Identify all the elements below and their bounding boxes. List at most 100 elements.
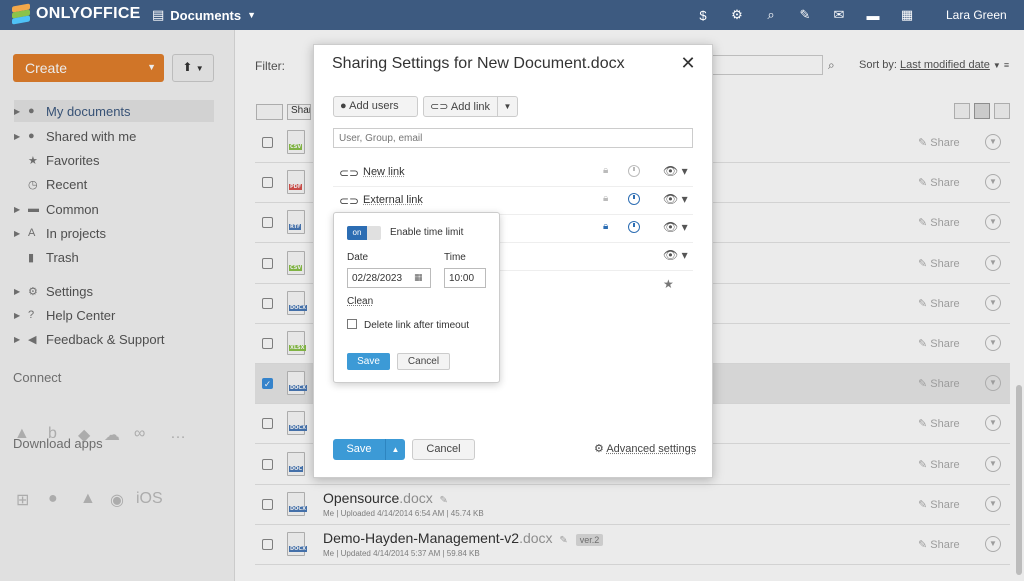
more-services-icon[interactable]: …	[170, 425, 186, 443]
popover-save-button[interactable]: Save	[347, 353, 390, 370]
expand-arrow-icon[interactable]: ▶	[14, 132, 28, 141]
row-menu-icon[interactable]: ▼	[985, 335, 1001, 351]
row-checkbox[interactable]	[262, 137, 273, 148]
rename-icon[interactable]: ✎	[437, 495, 448, 506]
row-checkbox[interactable]	[262, 498, 273, 510]
expand-arrow-icon[interactable]: ▶	[14, 335, 28, 344]
row-checkbox[interactable]	[262, 338, 273, 349]
row-menu-icon[interactable]: ▼	[985, 294, 1001, 311]
row-checkbox[interactable]	[262, 458, 273, 470]
link-name[interactable]: New link	[363, 166, 405, 178]
row-menu-icon[interactable]: ▼	[985, 415, 1001, 432]
share-button[interactable]: ✎ Share	[918, 257, 960, 270]
share-button[interactable]: ✎ Share	[918, 176, 960, 189]
row-checkbox[interactable]	[262, 297, 273, 309]
share-button[interactable]: ✎ Share	[918, 377, 960, 390]
scrollbar[interactable]	[1016, 385, 1022, 575]
app-logo[interactable]: ONLYOFFICE	[12, 3, 141, 25]
create-button[interactable]: Create ▼	[13, 54, 164, 82]
row-menu-icon[interactable]: ▼	[985, 174, 1001, 191]
expand-arrow-icon[interactable]: ▶	[14, 205, 28, 214]
feed-icon[interactable]: ✎	[796, 6, 814, 24]
access-rights-dropdown[interactable]: 👁︎ ▾	[663, 220, 688, 234]
select-all-checkbox[interactable]	[256, 104, 283, 120]
advanced-settings-link[interactable]: ⚙ Advanced settings	[594, 442, 696, 455]
filter-input[interactable]	[700, 55, 823, 75]
chat-icon[interactable]: ▬	[864, 6, 882, 24]
lock-icon[interactable]: 🔒︎	[603, 165, 608, 176]
clock-icon[interactable]	[628, 221, 640, 233]
settings-icon[interactable]: ⚙	[728, 6, 746, 24]
row-menu-icon[interactable]: ▼	[985, 214, 1001, 231]
row-checkbox[interactable]	[262, 257, 273, 269]
sidebar-item-in-projects[interactable]: ▶ A In projects	[14, 222, 214, 244]
calendar-icon[interactable]: ▦	[898, 6, 916, 24]
sort-control[interactable]: Sort by: Last modified date ▼ ≡	[859, 59, 1009, 71]
share-button[interactable]: ✎ Share	[918, 337, 960, 350]
row-menu-icon[interactable]: ▼	[985, 134, 1001, 150]
upload-button[interactable]: ⬆ ▼	[172, 54, 214, 82]
file-name[interactable]: Demo-Hayden-Management-v2.docx ✎ ver.2	[323, 530, 604, 546]
link-name[interactable]: External link	[363, 194, 423, 206]
sidebar-item-my-documents[interactable]: ▶ ● My documents	[14, 100, 214, 122]
expand-arrow-icon[interactable]: ▶	[14, 311, 28, 320]
sidebar-item-feedback[interactable]: ▶ ◀ Feedback & Support	[14, 328, 214, 350]
sidebar-item-recent[interactable]: ◷ Recent	[14, 173, 214, 195]
share-button[interactable]: ✎ Share	[918, 216, 960, 229]
android-icon[interactable]: ◉	[110, 490, 124, 510]
add-users-button[interactable]: ● Add users	[333, 96, 418, 117]
table-row[interactable]: DOCX Demo-Hayden-Management-v2.docx ✎ ver.…	[255, 525, 1010, 565]
cancel-button[interactable]: Cancel	[412, 439, 475, 460]
row-menu-icon[interactable]: ▼	[985, 495, 1001, 512]
table-row[interactable]: DOCX Opensource.docx ✎ Me | Uploaded 4/14/…	[255, 485, 1010, 525]
save-button[interactable]: Save	[333, 439, 385, 460]
linux-icon[interactable]: ▲	[80, 490, 96, 508]
time-input[interactable]	[444, 268, 486, 288]
row-menu-icon[interactable]: ▼	[985, 455, 1001, 472]
share-button[interactable]: ✎ Share	[918, 458, 960, 471]
calendar-icon[interactable]: ▦	[414, 272, 423, 283]
macos-icon[interactable]: ●	[48, 490, 58, 508]
row-menu-icon[interactable]: ▼	[985, 536, 1001, 552]
compact-view-icon[interactable]	[994, 103, 1010, 119]
sidebar-item-favorites[interactable]: ★ Favorites	[14, 149, 214, 171]
lock-icon[interactable]: 🔒︎	[603, 221, 608, 232]
onedrive-icon[interactable]: ☁	[104, 425, 120, 445]
access-rights-dropdown[interactable]: 👁︎ ▾	[663, 164, 688, 178]
sort-direction-icon[interactable]: ≡	[1004, 60, 1009, 70]
share-button[interactable]: ✎ Share	[918, 538, 960, 551]
clock-icon[interactable]	[628, 193, 640, 205]
row-menu-icon[interactable]: ▼	[985, 375, 1001, 392]
share-button[interactable]: ✎ Share	[918, 417, 960, 430]
windows-icon[interactable]: ⊞	[16, 490, 29, 510]
share-button[interactable]: ✎ Share	[918, 498, 960, 511]
sort-value[interactable]: Last modified date	[900, 59, 990, 71]
access-rights-dropdown[interactable]: 👁︎ ▾	[663, 192, 688, 206]
ios-icon[interactable]: iOS	[136, 490, 163, 508]
expand-arrow-icon[interactable]: ▶	[14, 107, 28, 116]
row-checkbox[interactable]	[262, 217, 273, 229]
clock-icon[interactable]	[628, 165, 640, 177]
expand-arrow-icon[interactable]: ▶	[14, 287, 28, 296]
lock-icon[interactable]: 🔒︎	[603, 193, 608, 204]
close-icon[interactable]: ✕	[679, 53, 697, 73]
search-icon[interactable]: ⌕	[762, 6, 780, 24]
row-checkbox[interactable]	[262, 539, 273, 550]
clean-link[interactable]: Clean	[347, 296, 373, 307]
tiles-view-icon[interactable]	[954, 103, 970, 119]
module-switcher[interactable]: ▤ Documents ▼	[152, 7, 256, 23]
sidebar-item-trash[interactable]: ▮ Trash	[14, 246, 214, 268]
user-name[interactable]: Lara Green	[946, 8, 1007, 22]
sidebar-item-help[interactable]: ▶ ? Help Center	[14, 304, 214, 326]
version-badge[interactable]: ver.2	[575, 534, 604, 546]
expand-arrow-icon[interactable]: ▶	[14, 229, 28, 238]
search-icon[interactable]: ⌕	[828, 58, 835, 73]
row-checkbox[interactable]	[262, 418, 273, 430]
access-rights-dropdown[interactable]: 👁︎ ▾	[663, 248, 688, 262]
share-button[interactable]: ✎ Share	[918, 297, 960, 310]
save-options-dropdown[interactable]: ▲	[385, 439, 405, 460]
sidebar-item-settings[interactable]: ▶ ⚙ Settings	[14, 280, 214, 302]
popover-cancel-button[interactable]: Cancel	[397, 353, 450, 370]
delete-after-timeout-checkbox[interactable]	[347, 319, 357, 329]
share-search-input[interactable]	[333, 128, 693, 148]
